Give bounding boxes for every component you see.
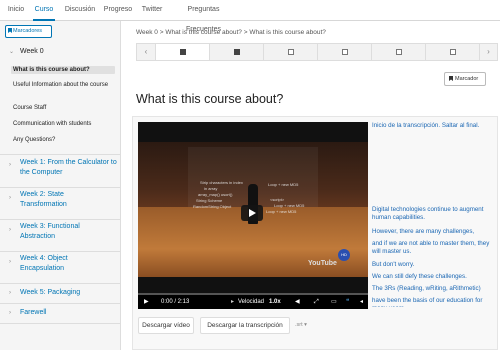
document-icon (449, 49, 456, 55)
transcript-line[interactable]: However, there are many challenges, (372, 228, 492, 236)
download-transcript-button[interactable]: Descargar la transcripción (200, 317, 290, 334)
sidebar-section-title[interactable]: Week 4: Object Encapsulation (20, 254, 100, 274)
transcript-format-value: .srt (295, 322, 303, 328)
chevron-right-icon: › (9, 259, 11, 265)
bookmark-button[interactable]: Marcador (444, 72, 486, 86)
play-icon[interactable]: ▶ (144, 295, 149, 309)
transcript-panel: Inicio de la transcripción. Saltar al fi… (372, 122, 494, 307)
bookmark-button-label: Marcador (455, 76, 479, 82)
breadcrumb: Week 0 > What is this course about? > Wh… (136, 29, 326, 36)
language-icon[interactable]: ◂ (360, 295, 363, 309)
sidebar-section-title[interactable]: Week 0 (20, 47, 44, 57)
sidebar-item-what-is-this-course[interactable]: What is this course about? (11, 66, 115, 74)
volume-icon[interactable]: ◀ (295, 295, 300, 309)
sequence-navigation: ‹ › (136, 43, 498, 61)
chevron-right-icon: › (9, 162, 11, 168)
sidebar-section-title[interactable]: Week 3: Functional Abstraction (20, 222, 100, 242)
speed-value[interactable]: 1.0x (269, 295, 281, 309)
sidebar-section-title[interactable]: Week 2: State Transformation (20, 190, 100, 210)
hd-badge: HD (338, 249, 350, 261)
download-video-button[interactable]: Descargar vídeo (138, 317, 194, 334)
tab-twitter[interactable]: Twitter (140, 0, 164, 21)
video-player[interactable]: Strip characters in index in array array… (138, 122, 368, 309)
transcript-line[interactable]: and if we are not able to master them, t… (372, 240, 492, 256)
sidebar-section-week-3[interactable]: › Week 3: Functional Abstraction (0, 220, 120, 252)
chevron-down-icon[interactable]: ⌄ (9, 47, 14, 57)
tab-preguntas-frecuentes[interactable]: Preguntas Frecuentes (171, 0, 236, 33)
speed-label[interactable]: Velocidad (238, 295, 264, 309)
video-time: 0:00 / 2:13 (161, 299, 190, 305)
sidebar-section-week-1[interactable]: › Week 1: From the Calculator to the Com… (0, 155, 120, 188)
sidebar-item-any-questions[interactable]: Any Questions? (11, 136, 115, 144)
transcript-line[interactable]: But don't worry. (372, 261, 492, 269)
video-controls: ▶ 0:00 / 2:13 ▸ Velocidad 1.0x ◀ ⤢ ▭ ❝ ◂ (138, 295, 368, 309)
speed-arrow-icon: ▸ (231, 299, 235, 305)
document-icon (341, 49, 348, 55)
course-tabs: Inicio Curso Discusión Progreso Twitter … (0, 0, 500, 33)
sequence-unit-4[interactable] (317, 44, 371, 60)
chevron-right-icon: › (9, 195, 11, 201)
captions-icon[interactable]: ❝ (346, 295, 349, 309)
tab-progreso[interactable]: Progreso (103, 0, 133, 21)
tab-curso[interactable]: Curso (33, 0, 55, 21)
transcript-line[interactable]: Digital technologies continue to augment… (372, 206, 492, 222)
bookmarks-button[interactable]: Marcadores (5, 25, 52, 38)
sidebar-section-farewell[interactable]: › Farewell (0, 304, 120, 324)
document-icon (395, 49, 402, 55)
chevron-right-icon: › (9, 310, 11, 316)
transcript-line[interactable]: The 3Rs (Reading, wRiting, aRithmetic) (372, 285, 492, 293)
sequence-unit-3[interactable] (263, 44, 317, 60)
chevron-down-icon: ▾ (304, 322, 307, 328)
tab-inicio[interactable]: Inicio (6, 0, 26, 21)
chevron-right-icon: › (9, 290, 11, 296)
play-icon (249, 209, 256, 217)
sidebar-section-title[interactable]: Farewell (20, 308, 110, 318)
sequence-unit-6[interactable] (425, 44, 479, 60)
previous-unit-button[interactable]: ‹ (137, 44, 155, 60)
course-outline-sidebar: Marcadores ⌄ Week 0 What is this course … (0, 21, 121, 350)
transcript-format-select[interactable]: .srt ▾ (295, 321, 307, 330)
sidebar-section-week-5[interactable]: › Week 5: Packaging (0, 284, 120, 304)
sidebar-section-title[interactable]: Week 1: From the Calculator to the Compu… (20, 158, 118, 178)
youtube-logo: YouTube (308, 260, 337, 267)
video-frame: Strip characters in index in array array… (138, 142, 368, 277)
bookmarks-button-label: Marcadores (13, 28, 43, 34)
document-icon (287, 49, 294, 55)
sidebar-section-week-4[interactable]: › Week 4: Object Encapsulation (0, 252, 120, 284)
tab-discusion[interactable]: Discusión (63, 0, 97, 21)
sidebar-section-week-0: ⌄ Week 0 What is this course about? Usef… (0, 43, 120, 155)
fullscreen-icon[interactable]: ⤢ (314, 295, 319, 309)
bookmark-icon (449, 76, 453, 81)
main-content: Week 0 > What is this course about? > Wh… (122, 21, 500, 350)
chevron-right-icon: › (9, 227, 11, 233)
bookmark-icon (8, 28, 12, 33)
page-title: What is this course about? (136, 92, 284, 106)
video-unit: Strip characters in index in array array… (132, 116, 498, 350)
sequence-unit-5[interactable] (371, 44, 425, 60)
sidebar-item-communication[interactable]: Communication with students (11, 120, 115, 128)
video-icon (233, 49, 240, 55)
sequence-unit-1[interactable] (155, 44, 209, 60)
sidebar-section-week-2[interactable]: › Week 2: State Transformation (0, 188, 120, 220)
sequence-unit-2[interactable] (209, 44, 263, 60)
next-unit-button[interactable]: › (479, 44, 497, 60)
transcript-line[interactable]: We can still defy these challenges. (372, 273, 492, 281)
transcript-skip-link[interactable]: Inicio de la transcripción. Saltar al fi… (372, 122, 492, 130)
sidebar-section-title[interactable]: Week 5: Packaging (20, 288, 110, 298)
hd-icon[interactable]: ▭ (331, 295, 337, 309)
sidebar-item-course-staff[interactable]: Course Staff (11, 104, 115, 112)
sidebar-item-useful-information[interactable]: Useful Information about the course (11, 81, 115, 89)
transcript-line[interactable]: have been the basis of our education for… (372, 297, 492, 307)
play-button[interactable] (241, 205, 263, 221)
video-icon (179, 49, 186, 55)
